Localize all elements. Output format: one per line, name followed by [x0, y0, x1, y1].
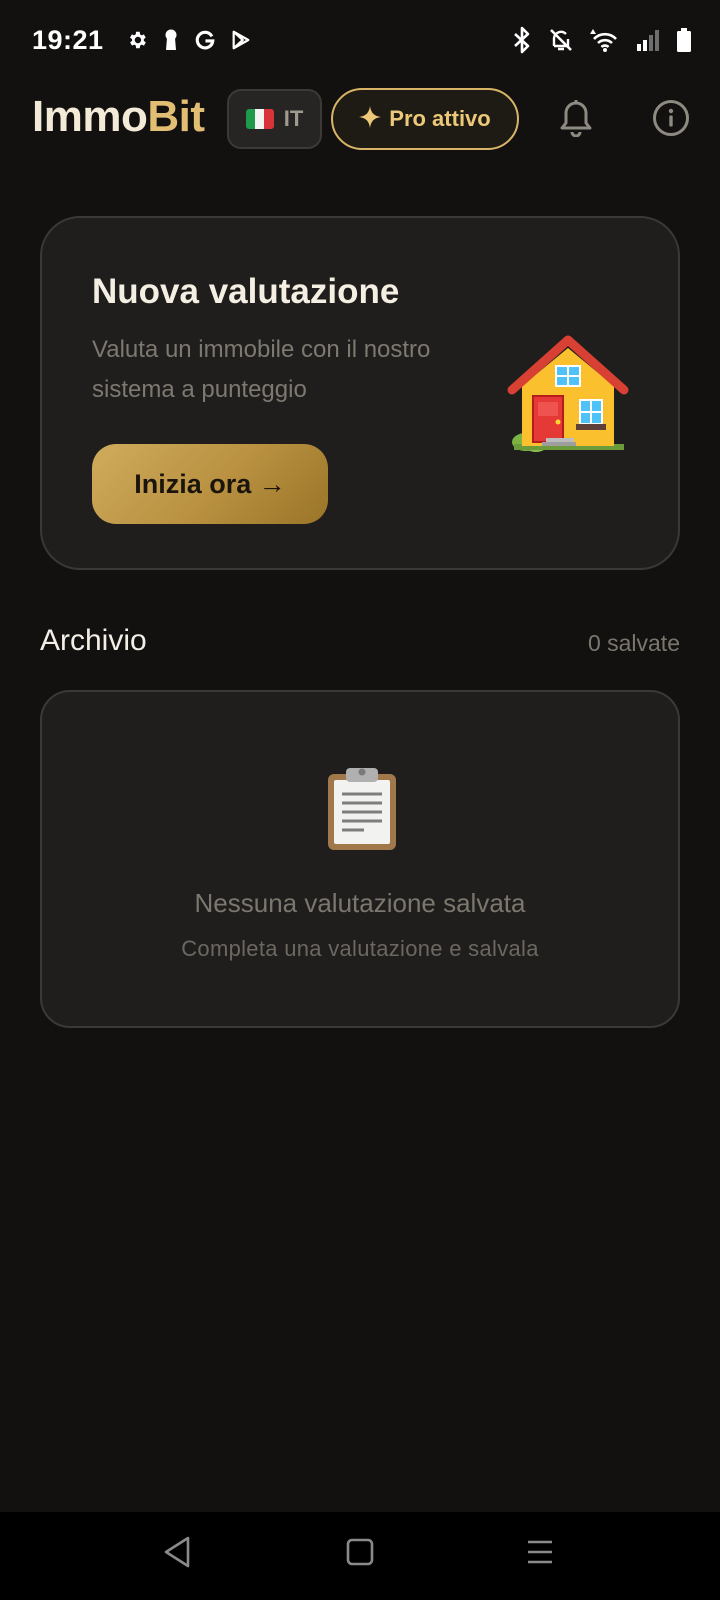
- recents-button[interactable]: [524, 1538, 556, 1566]
- bell-icon: [559, 99, 593, 142]
- info-button[interactable]: [651, 99, 691, 142]
- archive-title: Archivio: [40, 624, 147, 657]
- brand-part-immo: Immo: [32, 92, 148, 141]
- play-store-icon: [230, 29, 252, 51]
- new-valuation-title: Nuova valutazione: [92, 272, 400, 311]
- new-valuation-description: Valuta un immobile con il nostro sistema…: [92, 336, 431, 403]
- status-left: 19:21: [32, 25, 252, 56]
- start-valuation-button[interactable]: Inizia ora →: [92, 444, 328, 524]
- app-logo: ImmoBit: [32, 92, 205, 142]
- bell-off-icon: [548, 27, 574, 53]
- language-button[interactable]: IT: [227, 89, 322, 149]
- notifications-button[interactable]: [556, 98, 596, 142]
- bluetooth-icon: [512, 26, 532, 54]
- archive-count: 0 salvate: [587, 630, 680, 656]
- status-bar: 19:21: [0, 0, 720, 80]
- status-time: 19:21: [32, 24, 104, 55]
- keyhole-icon: [162, 28, 180, 52]
- google-icon: [194, 29, 216, 51]
- sparkle-icon: [359, 105, 382, 133]
- system-navigation-bar: [0, 1512, 720, 1600]
- italy-flag-icon: [245, 109, 274, 129]
- battery-icon: [676, 28, 692, 52]
- app-header: ImmoBit IT Pro attivo: [0, 86, 720, 150]
- info-icon: [652, 99, 690, 142]
- menu-icon: [524, 1540, 556, 1570]
- settings-icon: [126, 29, 148, 51]
- empty-state-subtitle: Completa una valutazione e salvala: [181, 936, 539, 961]
- archive-empty-state: Nessuna valutazione salvata Completa una…: [40, 690, 680, 1028]
- home-icon: [344, 1538, 376, 1572]
- language-label: IT: [283, 106, 304, 131]
- back-icon: [162, 1536, 194, 1574]
- empty-state-title: Nessuna valutazione salvata: [194, 888, 526, 918]
- pro-status-label: Pro attivo: [389, 106, 491, 131]
- clipboard-icon: [324, 766, 400, 852]
- home-button[interactable]: [344, 1536, 376, 1568]
- signal-icon: [636, 29, 660, 51]
- back-button[interactable]: [162, 1534, 194, 1570]
- house-icon: [506, 334, 630, 454]
- new-valuation-card: Nuova valutazione Valuta un immobile con…: [40, 216, 680, 570]
- brand-part-bit: Bit: [147, 92, 205, 141]
- wifi-icon: [590, 27, 620, 53]
- pro-status-button[interactable]: Pro attivo: [331, 88, 519, 150]
- status-right: [512, 26, 692, 54]
